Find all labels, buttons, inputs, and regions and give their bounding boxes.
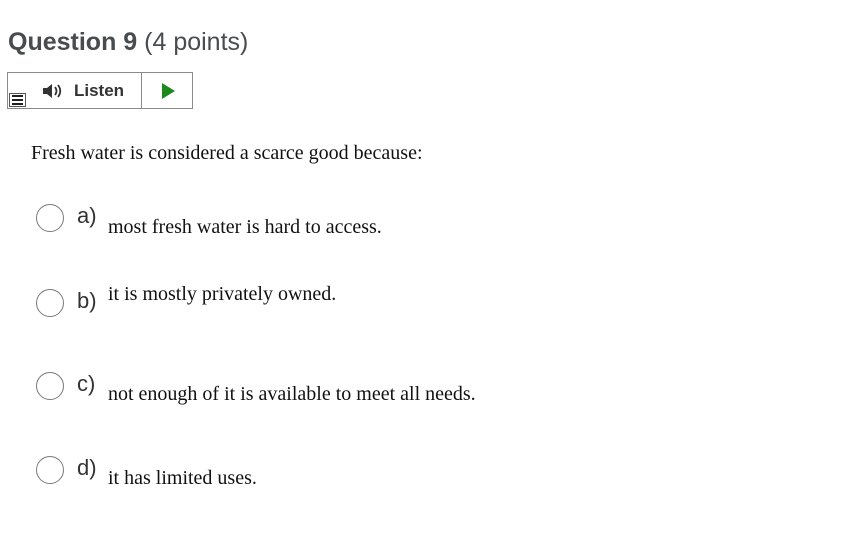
option-text: most fresh water is hard to access. [108,216,382,238]
speaker-icon [43,84,62,98]
radio-button-b[interactable] [36,289,64,317]
option-letter: a) [77,203,97,228]
answer-option-b[interactable]: b) it is mostly privately owned. [36,283,596,329]
answer-option-d[interactable]: d) it has limited uses. [36,455,596,496]
question-prompt: Fresh water is considered a scarce good … [31,142,423,164]
option-letter: d) [77,455,97,480]
listen-button[interactable]: Listen [8,73,142,108]
play-button[interactable] [142,73,192,108]
option-text: not enough of it is available to meet al… [108,383,476,405]
radio-button-c[interactable] [36,372,64,400]
answer-option-c[interactable]: c) not enough of it is available to meet… [36,371,596,412]
question-heading: Question 9 (4 points) [8,26,248,58]
answer-option-a[interactable]: a) most fresh water is hard to access. [36,203,596,244]
question-points: (4 points) [144,28,249,56]
option-text: it has limited uses. [108,467,257,489]
listen-toolbar: Listen [7,72,193,109]
radio-button-a[interactable] [36,204,64,232]
option-letter: b) [77,288,97,313]
option-letter: c) [77,371,96,396]
question-title: Question 9 [8,28,138,56]
listen-label: Listen [74,80,125,100]
option-text: it is mostly privately owned. [108,283,337,305]
radio-button-d[interactable] [36,456,64,484]
play-icon [161,82,175,99]
